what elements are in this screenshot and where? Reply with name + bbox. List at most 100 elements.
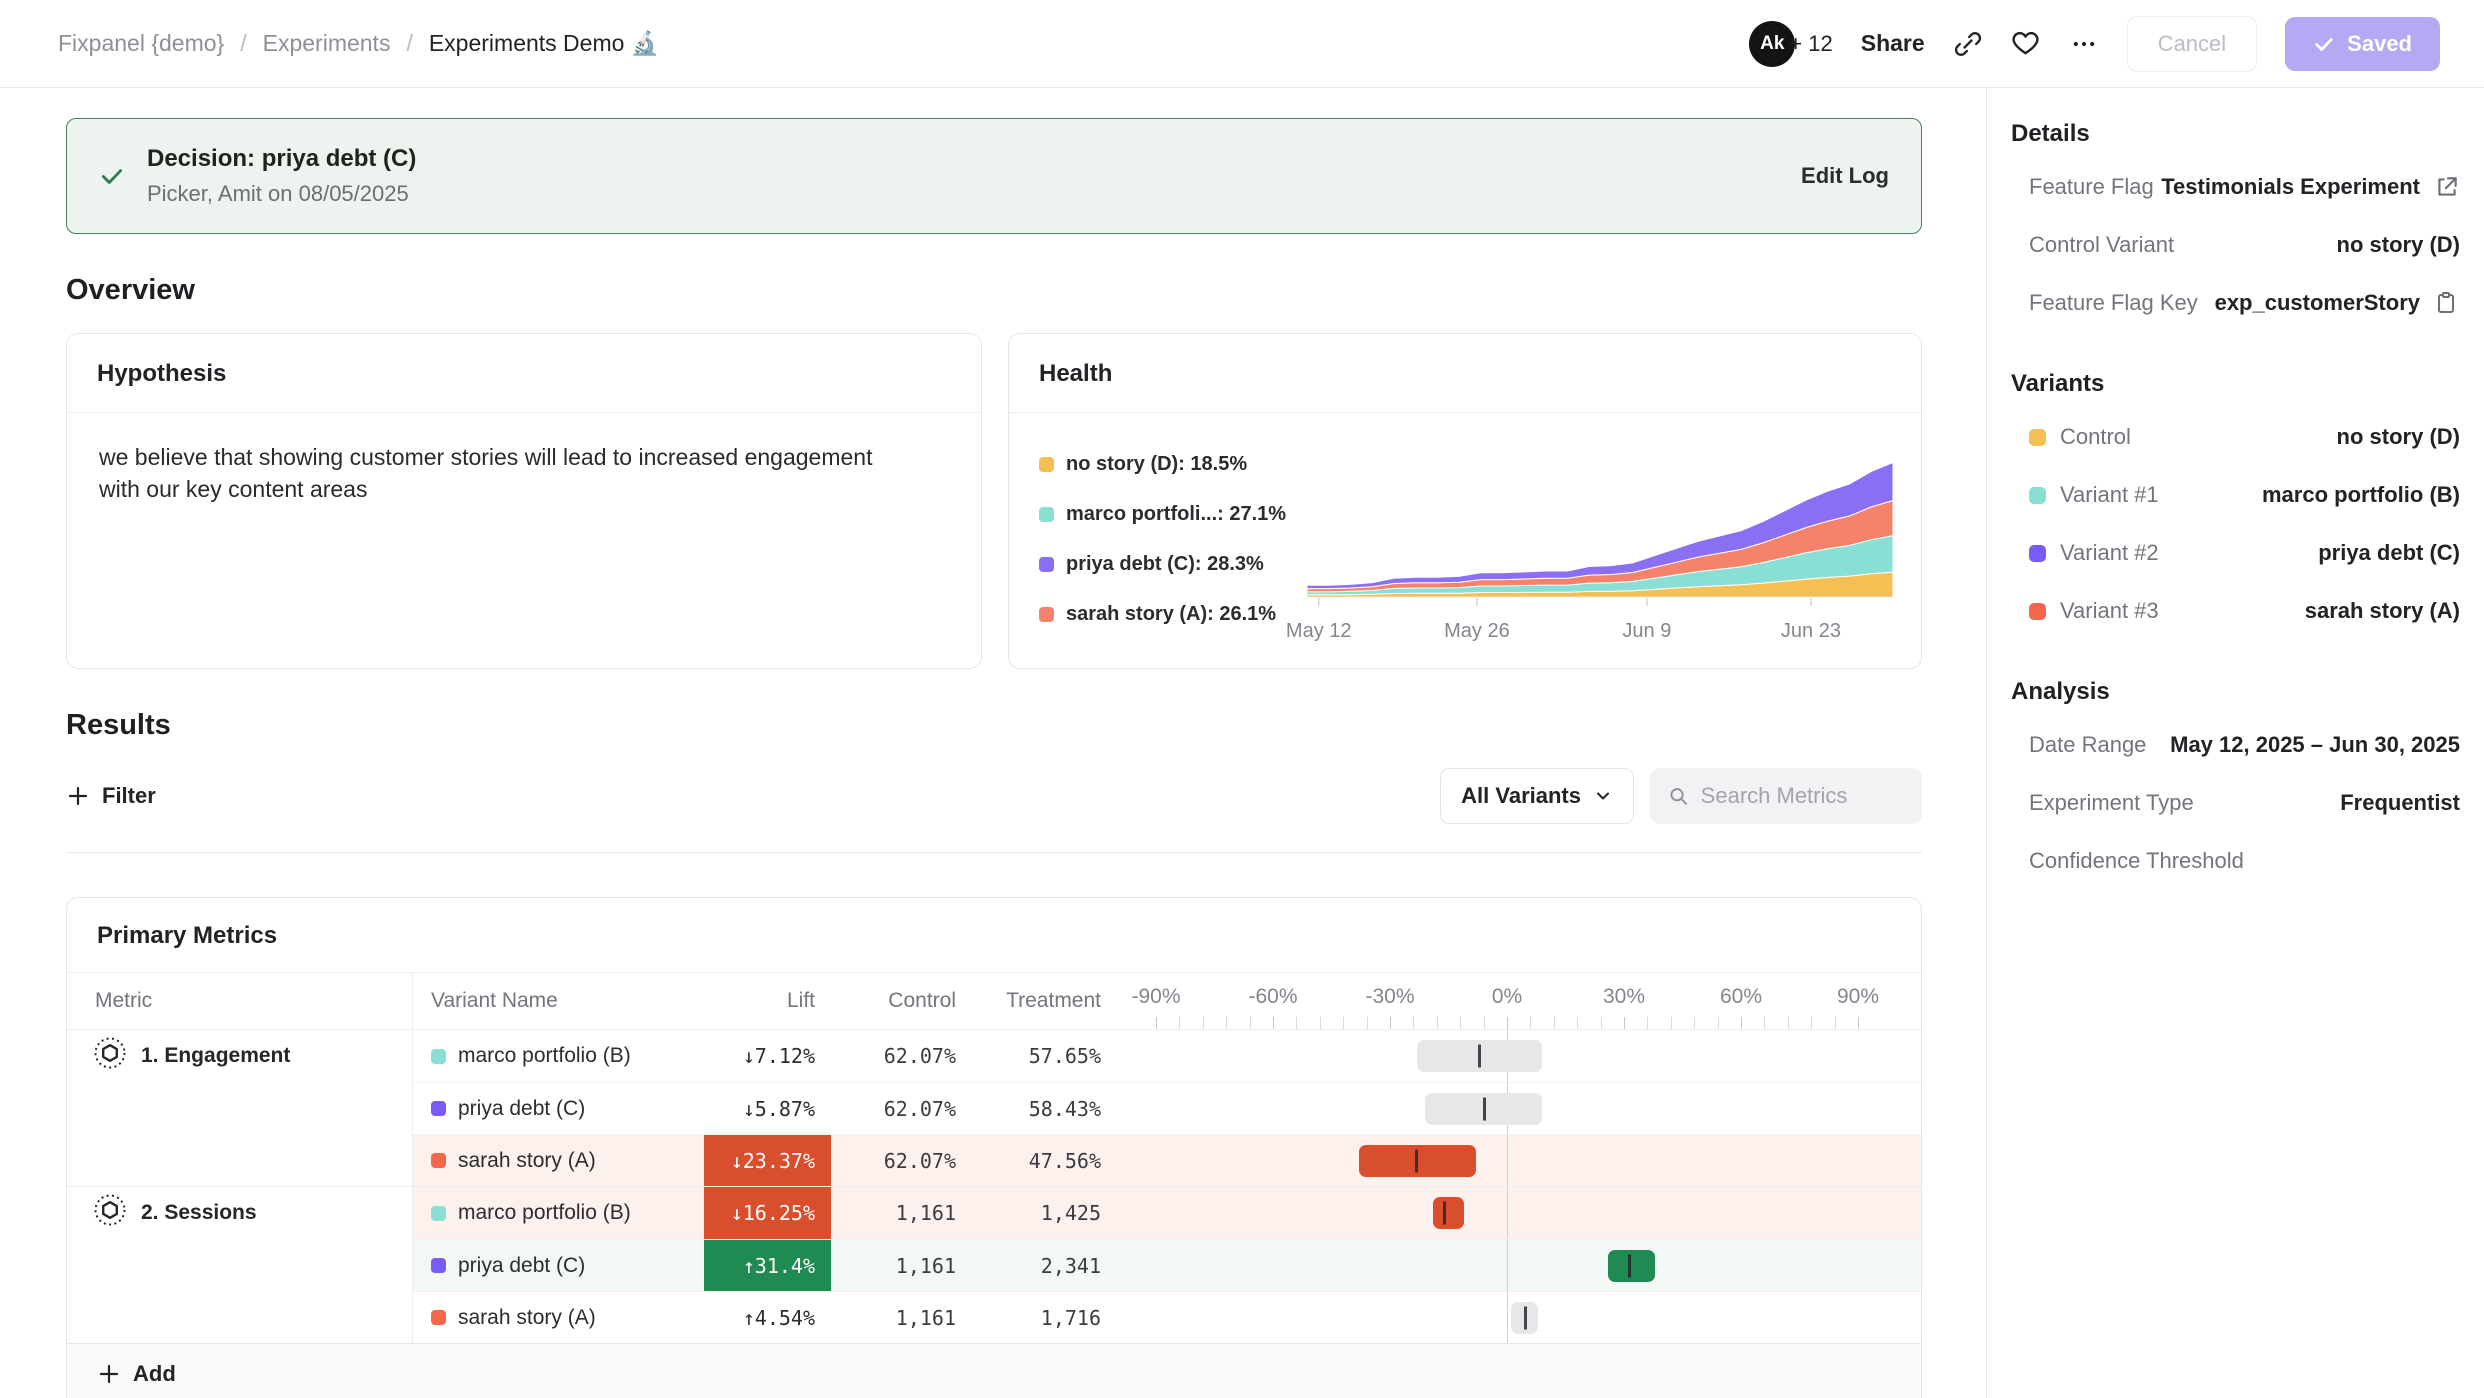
add-filter-button[interactable]: Filter bbox=[66, 783, 156, 809]
confidence-interval-cell bbox=[1117, 1083, 1921, 1134]
control-value: 1,161 bbox=[831, 1240, 972, 1291]
table-row[interactable]: sarah story (A)↑4.54%1,1611,716 bbox=[413, 1291, 1921, 1343]
chart-tick-label: May 26 bbox=[1444, 620, 1510, 643]
detail-row: Feature Flag Key exp_customerStory bbox=[2009, 274, 2460, 332]
breadcrumb-separator: / bbox=[240, 30, 246, 57]
axis-tick-label: 60% bbox=[1720, 985, 1762, 1009]
table-row[interactable]: priya debt (C)↑31.4%1,1612,341 bbox=[413, 1239, 1921, 1291]
search-metrics-input[interactable] bbox=[1701, 783, 1904, 809]
analysis-label: Date Range bbox=[2029, 732, 2146, 758]
saved-button[interactable]: Saved bbox=[2285, 17, 2440, 71]
ruler-tick bbox=[1484, 1017, 1485, 1029]
analysis-row: Confidence Threshold bbox=[2009, 832, 2460, 890]
hypothesis-title: Hypothesis bbox=[67, 334, 981, 413]
health-legend-item: marco portfoli...: 27.1% bbox=[1039, 503, 1307, 526]
clipboard-icon[interactable] bbox=[2434, 290, 2460, 316]
lift-value: ↓7.12% bbox=[704, 1030, 831, 1082]
variant-name-cell: marco portfolio (B) bbox=[413, 1187, 704, 1239]
variant-color-chip bbox=[2029, 487, 2046, 504]
primary-metrics-title: Primary Metrics bbox=[67, 898, 1921, 972]
table-row[interactable]: marco portfolio (B)↓16.25%1,1611,425 bbox=[413, 1187, 1921, 1239]
ruler-tick bbox=[1367, 1017, 1368, 1029]
legend-label: marco portfoli...: 27.1% bbox=[1066, 503, 1286, 526]
lift-value: ↓16.25% bbox=[704, 1187, 831, 1239]
metric-name: 2. Sessions bbox=[67, 1187, 412, 1239]
results-heading: Results bbox=[66, 709, 1922, 742]
detail-label: Feature Flag Key bbox=[2029, 290, 2198, 316]
variant-name-cell: marco portfolio (B) bbox=[413, 1030, 704, 1082]
lift-value: ↑31.4% bbox=[704, 1240, 831, 1291]
table-row[interactable]: sarah story (A)↓23.37%62.07%47.56% bbox=[413, 1134, 1921, 1186]
metric-cell[interactable]: 2. Sessions bbox=[67, 1187, 413, 1343]
chart-x-axis-labels: May 12May 26Jun 9Jun 23 bbox=[1307, 616, 1897, 646]
main-content: Decision: priya debt (C) Picker, Amit on… bbox=[0, 88, 1986, 1398]
lift-marker bbox=[1483, 1097, 1486, 1120]
detail-value: exp_customerStory bbox=[2215, 290, 2420, 316]
cancel-button[interactable]: Cancel bbox=[2127, 16, 2257, 72]
ruler-tick bbox=[1156, 1017, 1157, 1029]
health-card: Health no story (D): 18.5% marco portfoli… bbox=[1008, 333, 1922, 669]
ruler-tick bbox=[1835, 1017, 1836, 1029]
variant-color-chip bbox=[431, 1206, 446, 1221]
confidence-interval-cell bbox=[1117, 1292, 1921, 1343]
column-treatment: Treatment bbox=[972, 989, 1117, 1013]
search-icon bbox=[1668, 784, 1689, 808]
variant-row: Variant #1 marco portfolio (B) bbox=[2009, 466, 2460, 524]
variant-color-chip bbox=[2029, 545, 2046, 562]
lift-marker bbox=[1524, 1306, 1527, 1329]
metric-rows: marco portfolio (B)↓7.12%62.07%57.65%pri… bbox=[413, 1030, 1921, 1186]
breadcrumb-project[interactable]: Fixpanel {demo} bbox=[58, 30, 224, 57]
edit-log-button[interactable]: Edit Log bbox=[1801, 163, 1889, 189]
legend-color-chip bbox=[1039, 507, 1054, 522]
overview-heading: Overview bbox=[66, 274, 1922, 307]
divider bbox=[66, 852, 1922, 853]
ruler-tick bbox=[1788, 1017, 1789, 1029]
column-metric: Metric bbox=[67, 973, 413, 1029]
ruler-tick bbox=[1718, 1017, 1719, 1029]
ruler-tick bbox=[1671, 1017, 1672, 1029]
health-legend-item: priya debt (C): 28.3% bbox=[1039, 553, 1307, 576]
variant-color-chip bbox=[2029, 429, 2046, 446]
treatment-value: 1,716 bbox=[972, 1292, 1117, 1343]
variants-dropdown[interactable]: All Variants bbox=[1440, 768, 1634, 824]
variant-label: Variant #3 bbox=[2060, 598, 2159, 624]
favorite-heart-icon[interactable] bbox=[2011, 29, 2041, 59]
axis-tick-label: 90% bbox=[1837, 985, 1879, 1009]
health-legend-item: no story (D): 18.5% bbox=[1039, 453, 1307, 476]
ruler-tick bbox=[1601, 1017, 1602, 1029]
variant-row: Variant #3sarah story (A) bbox=[2009, 582, 2460, 640]
avatar-overflow-count[interactable]: + 12 bbox=[1789, 31, 1832, 57]
variant-color-chip bbox=[431, 1101, 446, 1116]
external-link-icon[interactable] bbox=[2434, 174, 2460, 200]
variants-heading: Variants bbox=[2009, 370, 2460, 398]
more-options-icon[interactable] bbox=[2069, 29, 2099, 59]
ruler-tick bbox=[1320, 1017, 1321, 1029]
analysis-row: Experiment TypeFrequentist bbox=[2009, 774, 2460, 832]
ruler-tick bbox=[1741, 1017, 1742, 1029]
zero-line bbox=[1507, 1187, 1508, 1239]
variant-value: marco portfolio (B) bbox=[2262, 482, 2460, 508]
metric-cell[interactable]: 1. Engagement bbox=[67, 1030, 413, 1186]
variant-label: Variant #1 bbox=[2060, 482, 2159, 508]
variant-color-chip bbox=[2029, 603, 2046, 620]
table-footer: Add bbox=[67, 1343, 1921, 1398]
variant-name-cell: sarah story (A) bbox=[413, 1292, 704, 1343]
confidence-interval-cell bbox=[1117, 1240, 1921, 1291]
table-row[interactable]: marco portfolio (B)↓7.12%62.07%57.65% bbox=[413, 1030, 1921, 1082]
chart-tick-label: Jun 23 bbox=[1781, 620, 1841, 643]
variant-color-chip bbox=[431, 1258, 446, 1273]
confidence-interval-bar bbox=[1608, 1250, 1655, 1282]
breadcrumb-experiments[interactable]: Experiments bbox=[263, 30, 391, 57]
control-value: 62.07% bbox=[831, 1083, 972, 1134]
check-icon bbox=[99, 163, 125, 189]
ruler-tick bbox=[1296, 1017, 1297, 1029]
add-metric-button[interactable]: Add bbox=[97, 1361, 176, 1387]
metric-name: 1. Engagement bbox=[67, 1030, 412, 1082]
column-variant-name: Variant Name bbox=[413, 989, 704, 1013]
lift-axis-header: -90%-60%-30%0%30%60%90% bbox=[1117, 973, 1921, 1029]
link-icon[interactable] bbox=[1953, 29, 1983, 59]
health-title: Health bbox=[1009, 334, 1921, 413]
table-row[interactable]: priya debt (C)↓5.87%62.07%58.43% bbox=[413, 1082, 1921, 1134]
share-button[interactable]: Share bbox=[1861, 30, 1925, 57]
treatment-value: 47.56% bbox=[972, 1135, 1117, 1186]
